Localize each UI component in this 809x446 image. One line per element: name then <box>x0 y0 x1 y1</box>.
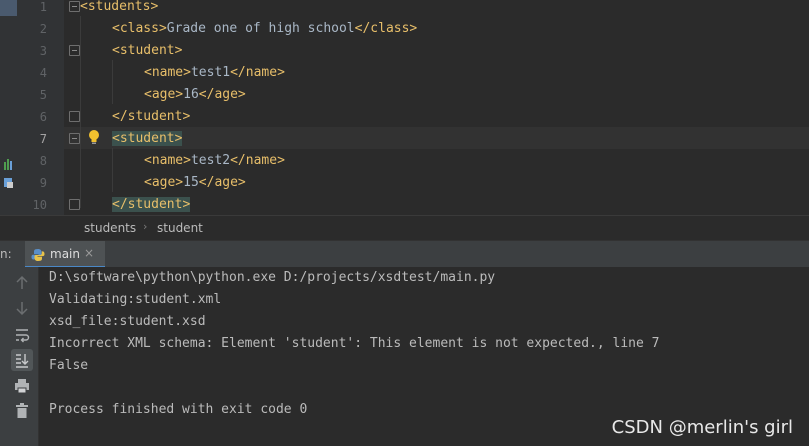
code-line: <class>Grade one of high school</class> <box>112 18 417 40</box>
console-line: False <box>49 358 89 373</box>
xml-tag: <class> <box>112 21 167 36</box>
trash-icon[interactable] <box>11 400 33 422</box>
code-line: </student> <box>112 106 190 128</box>
xml-tag: </name> <box>230 65 285 80</box>
xml-tag: </name> <box>230 153 285 168</box>
console-line: Validating:student.xml <box>49 292 222 307</box>
soft-wrap-icon[interactable] <box>11 324 33 346</box>
xml-tag: <students> <box>80 0 159 14</box>
run-window-label: n: <box>0 247 12 261</box>
code-lines: <students> <class>Grade one of high schoo… <box>0 0 809 215</box>
scroll-to-end-icon[interactable] <box>11 349 33 371</box>
xml-tag: <name> <box>144 65 191 80</box>
arrow-up-icon[interactable] <box>11 272 33 294</box>
xml-tag: <student> <box>112 131 183 146</box>
xml-tag: <name> <box>144 153 191 168</box>
console-line: D:\software\python\python.exe D:/project… <box>49 270 496 285</box>
xml-tag: <age> <box>144 87 184 102</box>
xml-tag: </class> <box>354 21 418 36</box>
code-line: <name>test1</name> <box>144 62 285 84</box>
breadcrumb: students › student <box>0 215 809 241</box>
run-toolbar <box>0 267 39 446</box>
python-icon <box>31 247 45 261</box>
code-line: </student> <box>112 194 191 216</box>
code-line: <age>16</age> <box>144 84 246 106</box>
xml-tag: <age> <box>144 175 184 190</box>
xml-text: Grade one of high school <box>166 21 355 36</box>
xml-tag: </student> <box>112 197 191 212</box>
close-icon[interactable]: × <box>84 246 94 260</box>
code-line: <name>test2</name> <box>144 150 285 172</box>
xml-tag: </age> <box>198 87 246 102</box>
console-line: Incorrect XML schema: Element 'student':… <box>49 336 660 351</box>
code-line: <student> <box>112 128 183 150</box>
xml-tag: </age> <box>198 175 246 190</box>
xml-text: test2 <box>190 153 231 168</box>
watermark: CSDN @merlin's girl <box>611 417 793 438</box>
run-tab-main[interactable]: main × <box>25 241 105 268</box>
xml-tag: <student> <box>112 43 183 58</box>
code-line: <student> <box>112 40 182 62</box>
console-line: xsd_file:student.xsd <box>49 314 206 329</box>
xml-text: test1 <box>190 65 231 80</box>
console-line: Process finished with exit code 0 <box>49 402 308 417</box>
xml-tag: </student> <box>112 109 191 124</box>
code-line: <students> <box>80 0 158 18</box>
code-line: <age>15</age> <box>144 172 246 194</box>
xml-text: 15 <box>183 175 199 190</box>
run-tab-label: main <box>50 247 80 261</box>
run-tool-window-header: n: main × <box>0 240 809 269</box>
xml-text: 16 <box>183 87 199 102</box>
breadcrumb-item-students[interactable]: students <box>84 221 136 235</box>
breadcrumb-separator: › <box>143 220 148 233</box>
arrow-down-icon[interactable] <box>11 297 33 319</box>
print-icon[interactable] <box>11 375 33 397</box>
breadcrumb-item-student[interactable]: student <box>157 221 203 235</box>
